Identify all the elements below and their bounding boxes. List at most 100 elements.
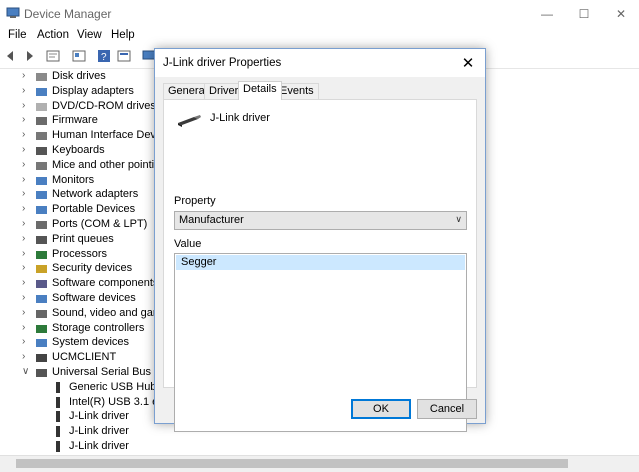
disk-icon bbox=[36, 73, 47, 81]
tab-details[interactable]: Details bbox=[238, 81, 282, 100]
tree-item[interactable]: J-Link driver bbox=[0, 410, 160, 425]
tree-item[interactable]: › Print queues bbox=[0, 233, 160, 248]
device-name: J-Link driver bbox=[210, 112, 270, 124]
tree-item[interactable]: › Human Interface Devices bbox=[0, 129, 160, 144]
tree-item[interactable]: › Display adapters bbox=[0, 85, 160, 100]
forward-icon[interactable] bbox=[22, 49, 36, 63]
chevron-down-icon[interactable]: ∨ bbox=[22, 367, 30, 377]
chevron-right-icon[interactable]: › bbox=[22, 293, 30, 303]
usb-plug-icon bbox=[56, 411, 60, 423]
tree-item[interactable]: › Keyboards bbox=[0, 144, 160, 159]
tree-item-label: Processors bbox=[52, 247, 108, 260]
tree-item-label: Human Interface Devices bbox=[52, 129, 160, 142]
property-select-value: Manufacturer bbox=[179, 214, 244, 226]
close-button[interactable]: ✕ bbox=[598, 0, 639, 28]
usb-icon bbox=[36, 369, 47, 377]
property-select[interactable]: Manufacturer ∨ bbox=[174, 211, 467, 230]
display-icon bbox=[36, 87, 47, 96]
chevron-right-icon[interactable]: › bbox=[22, 233, 30, 243]
tree-item[interactable]: › Software components bbox=[0, 277, 160, 292]
tree-item-label: Monitors bbox=[52, 173, 95, 186]
tree-item-label: Network adapters bbox=[52, 188, 139, 201]
tree-item-label: Software components bbox=[52, 277, 159, 290]
usb-plug-icon bbox=[56, 441, 60, 452]
chevron-right-icon[interactable]: › bbox=[22, 307, 30, 317]
tree-item[interactable]: › Firmware bbox=[0, 114, 160, 129]
cancel-button[interactable]: Cancel bbox=[417, 399, 477, 419]
chevron-right-icon[interactable]: › bbox=[22, 204, 30, 214]
chevron-right-icon[interactable]: › bbox=[22, 189, 30, 199]
tree-item[interactable]: J-Link driver bbox=[0, 425, 160, 440]
value-label: Value bbox=[174, 238, 202, 250]
menu-file[interactable]: File bbox=[8, 29, 27, 41]
tree-item[interactable]: › Monitors bbox=[0, 174, 160, 189]
tree-item-label: Keyboards bbox=[52, 144, 105, 156]
horizontal-scrollbar[interactable] bbox=[0, 455, 639, 472]
chevron-right-icon[interactable]: › bbox=[22, 263, 30, 273]
chevron-right-icon[interactable]: › bbox=[22, 352, 30, 362]
menu-help[interactable]: Help bbox=[111, 29, 135, 41]
menu-action[interactable]: Action bbox=[37, 29, 69, 41]
dialog-title-bar: J-Link driver Properties ✕ bbox=[155, 49, 485, 77]
tree-item[interactable]: Generic USB Hub bbox=[0, 381, 160, 396]
chevron-right-icon[interactable]: › bbox=[22, 71, 30, 81]
chevron-right-icon[interactable]: › bbox=[22, 100, 30, 110]
network-icon bbox=[36, 191, 47, 200]
value-text: Segger bbox=[181, 256, 217, 268]
tree-item[interactable]: Intel(R) USB 3.1 eXtensible Host Control… bbox=[0, 396, 160, 411]
dialog-title: J-Link driver Properties bbox=[163, 57, 282, 69]
usb-plug-icon bbox=[56, 396, 60, 408]
tree-item[interactable]: › DVD/CD-ROM drives bbox=[0, 100, 160, 115]
window-title: Device Manager bbox=[24, 7, 112, 21]
component-icon bbox=[36, 280, 47, 289]
tree-item[interactable]: › Ports (COM & LPT) bbox=[0, 218, 160, 233]
title-bar: Device Manager — ☐ ✕ bbox=[0, 0, 639, 28]
tree-item-label: Software devices bbox=[52, 292, 136, 304]
tree-item[interactable]: › Disk drives bbox=[0, 70, 160, 85]
port-icon bbox=[36, 221, 47, 229]
help-icon[interactable]: ? bbox=[97, 49, 111, 63]
chevron-right-icon[interactable]: › bbox=[22, 115, 30, 125]
tree-item[interactable]: › Portable Devices bbox=[0, 203, 160, 218]
keyboard-icon bbox=[36, 147, 47, 155]
dialog-close-button[interactable]: ✕ bbox=[451, 49, 485, 77]
tree-item[interactable]: ∨ Universal Serial Bus controllers bbox=[0, 366, 160, 381]
tree-item-label: J-Link driver bbox=[69, 440, 129, 452]
tree-item-label: Display adapters bbox=[52, 84, 134, 97]
tree-item[interactable]: › Security devices bbox=[0, 262, 160, 277]
tree-item[interactable]: › Storage controllers bbox=[0, 322, 160, 337]
properties-icon[interactable] bbox=[46, 49, 60, 63]
chevron-right-icon[interactable]: › bbox=[22, 159, 30, 169]
tree-item[interactable]: › System devices bbox=[0, 336, 160, 351]
chevron-right-icon[interactable]: › bbox=[22, 278, 30, 288]
chevron-right-icon[interactable]: › bbox=[22, 219, 30, 229]
show-hidden-icon[interactable] bbox=[72, 49, 86, 63]
menu-view[interactable]: View bbox=[77, 29, 102, 41]
tree-item-label: Intel(R) USB 3.1 eXtensible Host Control… bbox=[69, 395, 160, 408]
tree-item[interactable]: › Software devices bbox=[0, 292, 160, 307]
tree-item[interactable]: J-Link driver bbox=[0, 440, 160, 455]
tree-item[interactable]: › Sound, video and game controllers bbox=[0, 307, 160, 322]
sound-icon bbox=[36, 309, 47, 318]
chevron-right-icon[interactable]: › bbox=[22, 248, 30, 258]
tree-item-label: Security devices bbox=[52, 262, 133, 275]
monitor-icon bbox=[36, 176, 47, 185]
tree-item[interactable]: › Network adapters bbox=[0, 188, 160, 203]
tree-item[interactable]: › UCMCLIENT bbox=[0, 351, 160, 366]
ok-button[interactable]: OK bbox=[351, 399, 411, 419]
chevron-right-icon[interactable]: › bbox=[22, 174, 30, 184]
tree-item-label: UCMCLIENT bbox=[52, 351, 117, 364]
tree-item[interactable]: › Mice and other pointing devices bbox=[0, 159, 160, 174]
scrollbar-thumb[interactable] bbox=[16, 459, 568, 468]
chevron-right-icon[interactable]: › bbox=[22, 145, 30, 155]
tree-item[interactable]: › Processors bbox=[0, 248, 160, 263]
chevron-right-icon[interactable]: › bbox=[22, 130, 30, 140]
back-icon[interactable] bbox=[4, 49, 18, 63]
tree-item-label: Storage controllers bbox=[52, 321, 145, 334]
chevron-right-icon[interactable]: › bbox=[22, 85, 30, 95]
list-item[interactable]: Segger bbox=[176, 255, 465, 270]
chevron-right-icon[interactable]: › bbox=[22, 322, 30, 332]
system-icon bbox=[36, 339, 47, 348]
chevron-right-icon[interactable]: › bbox=[22, 337, 30, 347]
scan-icon[interactable] bbox=[117, 49, 131, 63]
